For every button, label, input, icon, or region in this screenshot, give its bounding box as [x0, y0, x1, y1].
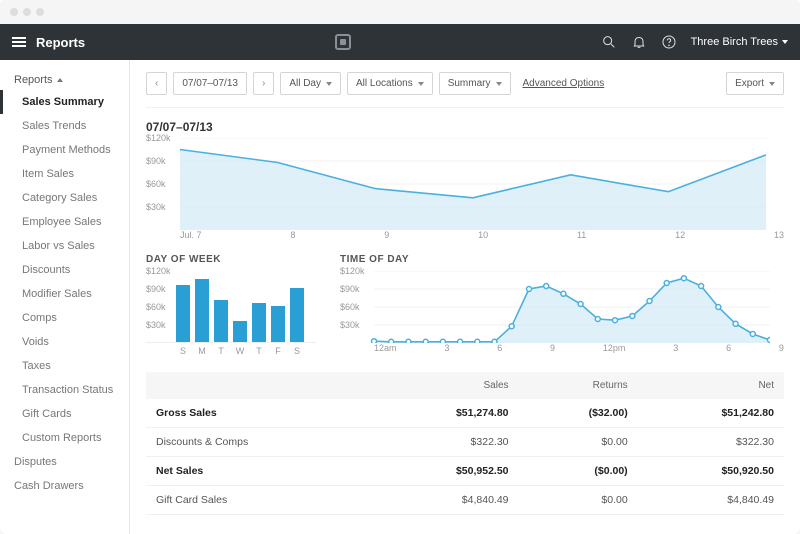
date-next-button[interactable]: › — [253, 72, 274, 95]
dow-chart-title: DAY OF WEEK — [146, 254, 316, 265]
sidebar-item[interactable]: Custom Reports — [0, 426, 129, 450]
table-header: Returns — [519, 372, 638, 399]
sidebar-item[interactable]: Modifier Sales — [0, 282, 129, 306]
sidebar-item[interactable]: Labor vs Sales — [0, 234, 129, 258]
chevron-down-icon — [496, 82, 502, 86]
menu-icon[interactable] — [12, 37, 26, 47]
sidebar-item[interactable]: Sales Summary — [0, 90, 129, 114]
table-row: Net Sales$50,952.50($0.00)$50,920.50 — [146, 457, 784, 486]
sidebar-item[interactable]: Voids — [0, 330, 129, 354]
topbar: Reports Three Birch Trees — [0, 24, 800, 60]
chevron-down-icon — [769, 82, 775, 86]
sidebar-group-label: Reports — [14, 74, 53, 86]
sidebar-item[interactable]: Category Sales — [0, 186, 129, 210]
sidebar-item[interactable]: Item Sales — [0, 162, 129, 186]
sidebar-item[interactable]: Comps — [0, 306, 129, 330]
notifications-icon[interactable] — [631, 34, 647, 50]
main-chart-title: 07/07–07/13 — [146, 120, 784, 134]
sidebar-item[interactable]: Taxes — [0, 354, 129, 378]
table-header: Sales — [372, 372, 518, 399]
chevron-down-icon — [418, 82, 424, 86]
date-prev-button[interactable]: ‹ — [146, 72, 167, 95]
main-content: ‹ 07/07–07/13 › All Day All Locations Su… — [130, 60, 800, 534]
export-button[interactable]: Export — [726, 72, 784, 95]
sidebar-item[interactable]: Employee Sales — [0, 210, 129, 234]
help-icon[interactable] — [661, 34, 677, 50]
table-row: Discounts & Comps$322.30$0.00$322.30 — [146, 428, 784, 457]
sidebar-item[interactable]: Cash Drawers — [0, 474, 129, 498]
tod-chart-title: TIME OF DAY — [340, 254, 784, 265]
sidebar-item[interactable]: Payment Methods — [0, 138, 129, 162]
bar — [271, 306, 285, 342]
dow-chart: $30k$60k$90k$120kSMTWTFS — [146, 271, 316, 356]
bar — [195, 279, 209, 342]
sales-table: SalesReturnsNet Gross Sales$51,274.80($3… — [146, 372, 784, 515]
sidebar: Reports Sales SummarySales TrendsPayment… — [0, 60, 130, 534]
tod-chart: $30k$60k$90k$120k12am36912pm369 — [340, 271, 784, 353]
table-row: Gift Card Sales$4,840.49$0.00$4,840.49 — [146, 486, 784, 515]
chevron-down-icon — [326, 82, 332, 86]
window-traffic-lights — [0, 0, 800, 24]
view-filter-button[interactable]: Summary — [439, 72, 511, 95]
table-header — [146, 372, 372, 399]
sidebar-item[interactable]: Gift Cards — [0, 402, 129, 426]
page-title: Reports — [36, 35, 85, 50]
bar — [214, 300, 228, 342]
date-range-button[interactable]: 07/07–07/13 — [173, 72, 247, 95]
bar — [252, 303, 266, 342]
sidebar-item[interactable]: Disputes — [0, 450, 129, 474]
time-filter-button[interactable]: All Day — [280, 72, 341, 95]
account-menu[interactable]: Three Birch Trees — [691, 36, 788, 48]
sidebar-item[interactable]: Discounts — [0, 258, 129, 282]
table-row: Gross Sales$51,274.80($32.00)$51,242.80 — [146, 399, 784, 428]
chevron-up-icon — [57, 78, 63, 82]
advanced-options-link[interactable]: Advanced Options — [523, 78, 605, 89]
account-name: Three Birch Trees — [691, 36, 778, 48]
location-filter-button[interactable]: All Locations — [347, 72, 433, 95]
main-chart: $30k$60k$90k$120kJul. 78910111213 — [146, 138, 784, 240]
table-header: Net — [638, 372, 784, 399]
bar — [290, 288, 304, 342]
toolbar: ‹ 07/07–07/13 › All Day All Locations Su… — [146, 60, 784, 108]
square-logo-icon — [335, 34, 351, 50]
bar — [233, 321, 247, 342]
sidebar-item[interactable]: Sales Trends — [0, 114, 129, 138]
sidebar-group-reports[interactable]: Reports — [0, 70, 129, 90]
search-icon[interactable] — [601, 34, 617, 50]
sidebar-item[interactable]: Transaction Status — [0, 378, 129, 402]
bar — [176, 285, 190, 342]
chevron-down-icon — [782, 40, 788, 44]
